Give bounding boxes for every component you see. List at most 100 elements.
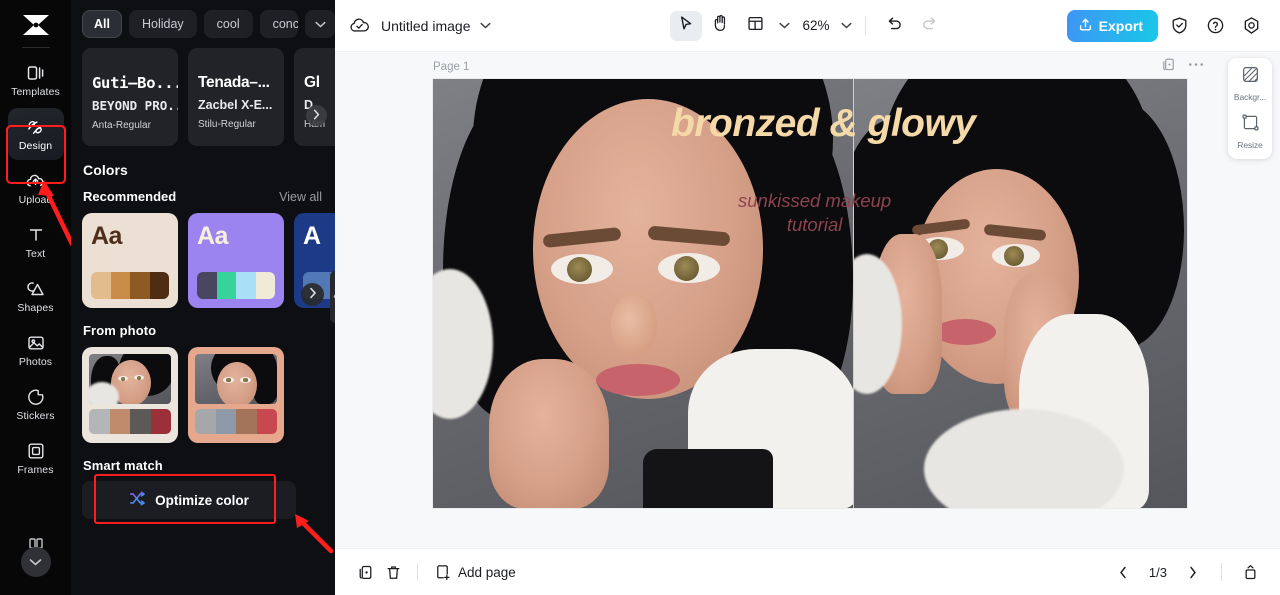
- canvas-area[interactable]: Page 1 bronzed & glowy sunkissed makeup …: [335, 52, 1280, 548]
- document-title[interactable]: Untitled image: [381, 18, 471, 34]
- bottom-divider: [417, 563, 418, 581]
- cursor-arrow-icon: [677, 15, 694, 37]
- palette-card[interactable]: Aa: [188, 213, 284, 308]
- background-label: Backgr...: [1233, 92, 1267, 102]
- cloud-saved-icon[interactable]: [349, 17, 370, 35]
- sidebar-item-text[interactable]: Text: [8, 216, 64, 268]
- settings-gear-icon[interactable]: [1236, 11, 1266, 41]
- prev-page-button[interactable]: [1109, 558, 1137, 586]
- export-button[interactable]: Export: [1066, 9, 1158, 42]
- collapse-panel-button[interactable]: [1236, 558, 1264, 586]
- font-card[interactable]: Tenada–... Zacbel X-E... Stilu-Regular: [188, 48, 284, 146]
- frames-icon: [25, 440, 47, 462]
- sidebar-label: Upload: [18, 194, 53, 207]
- recommended-row: Recommended View all: [71, 178, 335, 204]
- chevron-down-icon: [314, 15, 326, 33]
- design-panel: All Holiday cool concise Guti–Bo... BEYO…: [71, 0, 335, 595]
- background-icon: [1241, 65, 1260, 89]
- sidebar-item-design[interactable]: Design: [7, 108, 64, 160]
- sidebar-item-frames[interactable]: Frames: [8, 432, 64, 484]
- palette-aa-preview: Aa: [197, 222, 228, 250]
- sidebar-label: Frames: [17, 464, 54, 477]
- bottom-toolbar: Add page 1/3: [335, 548, 1280, 595]
- tag-filter-row: All Holiday cool concise: [71, 0, 335, 38]
- add-page-button[interactable]: Add page: [434, 564, 516, 581]
- export-label: Export: [1098, 17, 1143, 34]
- capcut-logo-icon[interactable]: [19, 12, 53, 38]
- tag-all[interactable]: All: [82, 10, 122, 38]
- palette-carousel-next-button[interactable]: [301, 283, 324, 306]
- resize-button[interactable]: Resize: [1228, 113, 1272, 150]
- redo-arrow-icon: [921, 15, 938, 36]
- shapes-icon: [25, 278, 47, 300]
- next-page-button[interactable]: [1179, 558, 1207, 586]
- photo-palette-swatches: [195, 409, 277, 434]
- palette-card[interactable]: Aa: [82, 213, 178, 308]
- view-all-link[interactable]: View all: [279, 190, 322, 204]
- delete-button[interactable]: [379, 558, 407, 586]
- artboard-photo-left: [433, 79, 853, 508]
- sidebar-item-photos[interactable]: Photos: [8, 324, 64, 376]
- duplicate-page-icon[interactable]: [1161, 57, 1176, 72]
- panel-collapse-handle[interactable]: [330, 271, 335, 323]
- more-options-icon[interactable]: [1188, 62, 1204, 67]
- tag-cool[interactable]: cool: [203, 10, 253, 38]
- hand-icon: [712, 14, 729, 37]
- design-artboard[interactable]: bronzed & glowy sunkissed makeup tutoria…: [433, 79, 1187, 508]
- right-dock: Backgr... Resize: [1228, 58, 1272, 159]
- layout-grid-icon: [747, 15, 764, 37]
- sidebar-item-stickers[interactable]: Stickers: [8, 378, 64, 430]
- help-question-icon[interactable]: [1200, 11, 1230, 41]
- sidebar-item-shapes[interactable]: Shapes: [8, 270, 64, 322]
- sidebar-label: Templates: [11, 86, 60, 99]
- from-photo-label: From photo: [83, 323, 157, 338]
- font-card-line1: Gl: [304, 74, 320, 91]
- duplicate-button[interactable]: [351, 558, 379, 586]
- sidebar-item-upload[interactable]: Upload: [8, 162, 64, 214]
- resize-icon: [1241, 113, 1260, 137]
- rail-divider: [21, 47, 50, 48]
- tag-expand-button[interactable]: [305, 10, 335, 38]
- rail-collapse-button[interactable]: [20, 547, 51, 577]
- stickers-icon: [25, 386, 47, 408]
- palette-swatches: [91, 272, 169, 299]
- top-toolbar: Untitled image 62% Export: [335, 0, 1280, 52]
- photo-palette-card[interactable]: [188, 347, 284, 443]
- font-carousel-next-button[interactable]: [306, 105, 327, 126]
- select-tool-button[interactable]: [669, 10, 702, 41]
- palette-aa-preview: Aa: [91, 222, 122, 250]
- text-icon: [25, 224, 47, 246]
- font-card[interactable]: Guti–Bo... BEYOND PRO... Anta-Regular: [82, 48, 178, 146]
- shield-check-icon[interactable]: [1164, 11, 1194, 41]
- zoom-chevron-down-icon[interactable]: [840, 22, 852, 29]
- tag-concise[interactable]: concise: [259, 10, 298, 38]
- upload-cloud-icon: [25, 170, 47, 192]
- tag-holiday[interactable]: Holiday: [128, 10, 197, 38]
- optimize-color-button[interactable]: Optimize color: [82, 481, 296, 519]
- hand-tool-button[interactable]: [704, 11, 736, 41]
- font-card[interactable]: Gl D Ham: [294, 48, 335, 146]
- document-title-chevron-down-icon[interactable]: [479, 22, 491, 29]
- sidebar-label: Photos: [18, 356, 53, 369]
- page-label: Page 1: [433, 61, 470, 73]
- recommended-label: Recommended: [83, 189, 177, 204]
- shuffle-icon: [129, 491, 146, 509]
- chevron-down-icon: [29, 553, 42, 571]
- palette-swatches: [197, 272, 275, 299]
- background-button[interactable]: Backgr...: [1228, 65, 1272, 102]
- sidebar-label: Design: [18, 140, 53, 153]
- chevron-right-icon: [309, 286, 317, 304]
- font-card-row: Guti–Bo... BEYOND PRO... Anta-Regular Te…: [71, 38, 335, 146]
- layout-chevron-down-icon[interactable]: [778, 22, 790, 29]
- page-navigator: 1/3: [1109, 558, 1264, 586]
- photo-palette-card[interactable]: [82, 347, 178, 443]
- sidebar-label: Text: [25, 248, 46, 261]
- layout-tool-button[interactable]: [739, 11, 771, 41]
- sidebar-item-templates[interactable]: Templates: [8, 54, 64, 106]
- palette-aa-preview: A: [303, 222, 321, 250]
- chevron-left-icon: [333, 288, 335, 306]
- chevron-right-icon: [313, 107, 320, 125]
- undo-button[interactable]: [879, 11, 911, 41]
- redo-button[interactable]: [914, 11, 946, 41]
- zoom-level-value[interactable]: 62%: [802, 18, 829, 33]
